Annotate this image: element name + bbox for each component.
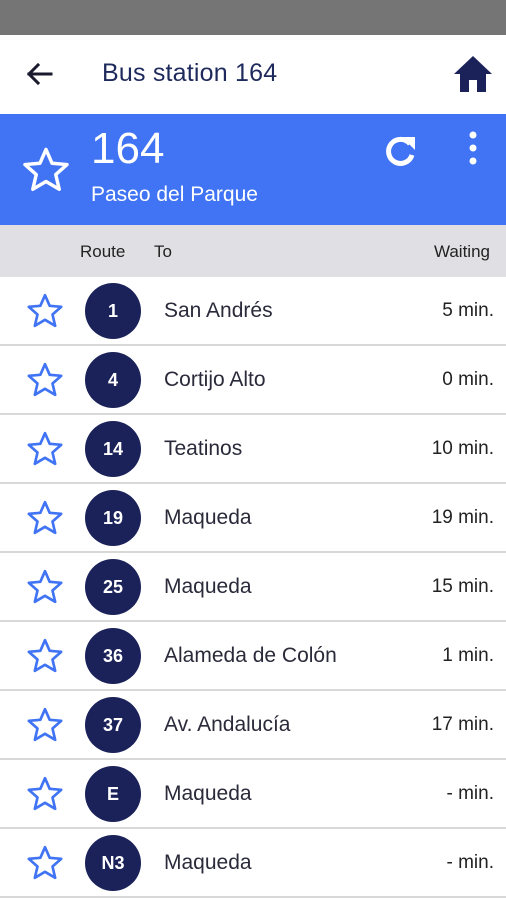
list-item[interactable]: 4 Cortijo Alto 0 min. <box>0 346 506 415</box>
column-waiting-label: Waiting <box>433 242 490 261</box>
waiting-time: 17 min. <box>431 714 494 735</box>
list-item[interactable]: N3 Maqueda - min. <box>0 829 506 898</box>
waiting-time: - min. <box>446 852 495 873</box>
waiting-time: 19 min. <box>431 507 494 528</box>
star-outline-icon[interactable] <box>25 498 65 538</box>
list-item[interactable]: 14 Teatinos 10 min. <box>0 415 506 484</box>
route-badge: 37 <box>85 697 141 753</box>
waiting-time: 5 min. <box>442 300 494 321</box>
home-icon <box>454 56 492 92</box>
list-item[interactable]: 36 Alameda de Colón 1 min. <box>0 622 506 691</box>
refresh-button[interactable] <box>378 130 422 174</box>
star-outline-icon[interactable] <box>25 360 65 400</box>
waiting-time: - min. <box>446 783 495 804</box>
column-header: Route To Waiting <box>0 225 506 277</box>
back-button[interactable] <box>22 59 56 89</box>
station-number: 164 <box>91 124 165 173</box>
list-item[interactable]: 19 Maqueda 19 min. <box>0 484 506 553</box>
route-badge: E <box>85 766 141 822</box>
refresh-icon <box>386 136 415 166</box>
app-bar: Bus station 164 <box>0 35 506 114</box>
station-header: 164 Paseo del Parque <box>0 114 506 225</box>
route-badge: 25 <box>85 559 141 615</box>
route-badge: N3 <box>85 835 141 891</box>
list-item[interactable]: 37 Av. Andalucía 17 min. <box>0 691 506 760</box>
destination-label: Maqueda <box>164 575 252 598</box>
station-name: Paseo del Parque <box>91 183 258 206</box>
favorite-station-button[interactable] <box>20 144 72 196</box>
destination-label: Maqueda <box>164 851 252 874</box>
waiting-time: 10 min. <box>431 438 494 459</box>
star-outline-icon[interactable] <box>25 567 65 607</box>
route-badge: 4 <box>85 352 141 408</box>
home-button[interactable] <box>452 53 494 95</box>
list-item[interactable]: 1 San Andrés 5 min. <box>0 277 506 346</box>
route-badge: 19 <box>85 490 141 546</box>
destination-label: Teatinos <box>164 437 243 460</box>
list-item[interactable]: E Maqueda - min. <box>0 760 506 829</box>
star-outline-icon[interactable] <box>25 705 65 745</box>
route-badge: 1 <box>85 283 141 339</box>
waiting-time: 1 min. <box>442 645 494 666</box>
destination-label: San Andrés <box>164 299 273 322</box>
star-outline-icon[interactable] <box>25 636 65 676</box>
column-to-label: To <box>154 242 172 261</box>
more-options-button[interactable] <box>458 128 488 172</box>
arrivals-list: 1 San Andrés 5 min. 4 Cortijo Alto 0 min… <box>0 277 506 898</box>
destination-label: Maqueda <box>164 782 252 805</box>
destination-label: Maqueda <box>164 506 252 529</box>
status-bar <box>0 0 506 35</box>
star-outline-icon[interactable] <box>25 774 65 814</box>
list-item[interactable]: 25 Maqueda 15 min. <box>0 553 506 622</box>
star-outline-icon[interactable] <box>25 843 65 883</box>
destination-label: Alameda de Colón <box>164 644 337 667</box>
route-badge: 36 <box>85 628 141 684</box>
star-outline-icon <box>23 147 69 192</box>
page-title: Bus station 164 <box>102 59 278 87</box>
destination-label: Av. Andalucía <box>164 713 291 736</box>
column-route-label: Route <box>80 242 126 261</box>
destination-label: Cortijo Alto <box>164 368 266 391</box>
arrow-left-icon <box>26 62 53 86</box>
waiting-time: 0 min. <box>442 369 494 390</box>
star-outline-icon[interactable] <box>25 291 65 331</box>
more-vertical-icon <box>469 131 477 165</box>
star-outline-icon[interactable] <box>25 429 65 469</box>
waiting-time: 15 min. <box>431 576 494 597</box>
route-badge: 14 <box>85 421 141 477</box>
